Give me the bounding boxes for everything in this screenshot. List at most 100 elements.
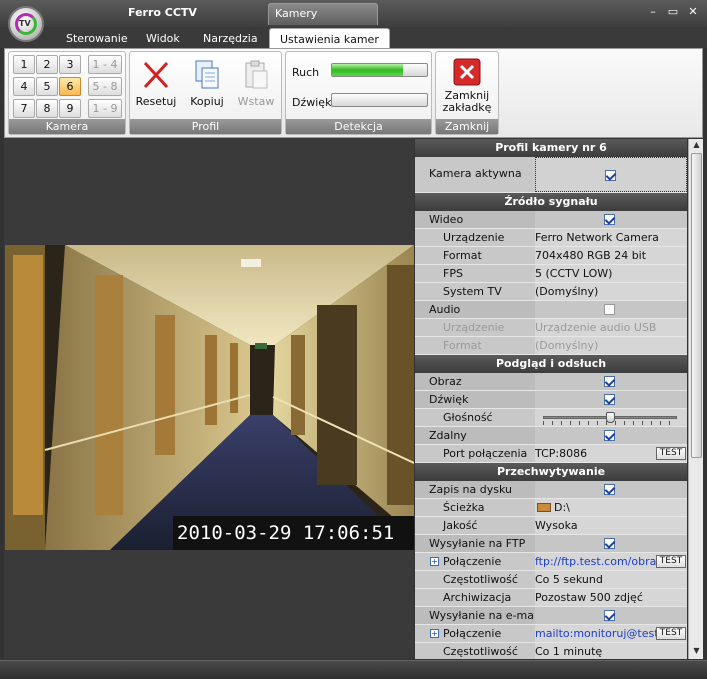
prop-row-tv-system[interactable]: System TV (Domyślny): [415, 283, 687, 301]
prop-row-path[interactable]: Ścieżka D:\: [415, 499, 687, 517]
title-bar: Ferro CCTV Kamery – ▭ ✕: [0, 0, 707, 27]
prop-row-quality[interactable]: Jakość Wysoka: [415, 517, 687, 535]
reset-button[interactable]: Resetuj: [134, 56, 178, 116]
prop-value-tv-system: (Domyślny): [535, 283, 687, 300]
scroll-up-icon[interactable]: ▲: [691, 140, 702, 152]
app-logo[interactable]: TV: [8, 6, 44, 42]
copy-button[interactable]: Kopiuj: [185, 56, 229, 116]
camera-8-button[interactable]: 8: [36, 99, 58, 118]
prop-value-email: [535, 607, 687, 624]
paste-button[interactable]: Wstaw: [234, 56, 278, 116]
camera-video-feed[interactable]: 2010-03-29 17:06:51: [5, 245, 414, 550]
prop-value-ftp-connection: ftp://ftp.test.com/obra... TEST: [535, 553, 687, 570]
status-bar: [0, 660, 707, 679]
ftp-checkbox[interactable]: [604, 538, 615, 549]
camera-3-button[interactable]: 3: [59, 55, 81, 74]
prop-row-audio-device: Urządzenie Urządzenie audio USB: [415, 319, 687, 337]
tab-sterowanie[interactable]: Sterowanie: [66, 30, 128, 48]
camera-9-button[interactable]: 9: [59, 99, 81, 118]
prop-row-ftp-archive[interactable]: Archiwizacja Pozostaw 500 zdjęć: [415, 589, 687, 607]
tab-widok[interactable]: Widok: [146, 30, 180, 48]
prop-row-mail-connection[interactable]: + Połączenie mailto:monitoruj@test.... T…: [415, 625, 687, 643]
mail-test-button[interactable]: TEST: [656, 627, 686, 640]
prop-row-ftp-frequency[interactable]: Częstotliwość Co 5 sekund: [415, 571, 687, 589]
prop-row-port[interactable]: Port połączenia TCP:8086 TEST: [415, 445, 687, 463]
close-tab-button[interactable]: Zamknij zakładkę: [438, 56, 496, 118]
minimize-icon[interactable]: –: [647, 5, 659, 18]
audio-checkbox[interactable]: [604, 304, 615, 315]
prop-value-audio: [535, 301, 687, 318]
sound-level-bar: [331, 93, 428, 107]
prop-row-email: Wysyłanie na e-mail: [415, 607, 687, 625]
prop-row-ftp: Wysyłanie na FTP: [415, 535, 687, 553]
expand-mail-connection-icon[interactable]: +: [430, 629, 439, 638]
prop-row-remote: Zdalny: [415, 427, 687, 445]
prop-value-remote: [535, 427, 687, 444]
range-5-8-button[interactable]: 5 - 8: [88, 77, 122, 96]
motion-level-bar: [331, 63, 428, 77]
group-label-zamknij: Zamknij: [436, 119, 498, 134]
section-preview: Podgląd i odsłuch: [415, 355, 687, 373]
remote-checkbox[interactable]: [604, 430, 615, 441]
prop-value-disk: [535, 481, 687, 498]
ribbon-group-kamera: 1 2 3 4 5 6 7 8 9 1 - 4 5 - 8 1 - 9 Kame…: [8, 51, 126, 135]
expand-ftp-connection-icon[interactable]: +: [430, 557, 439, 566]
motion-level-fill: [332, 64, 404, 76]
tab-narzedzia[interactable]: Narzędzia: [203, 30, 258, 48]
logo-text: TV: [19, 19, 31, 28]
disk-checkbox[interactable]: [604, 484, 615, 495]
prop-label-email: Wysyłanie na e-mail: [415, 607, 535, 624]
camera-4-button[interactable]: 4: [13, 77, 35, 96]
paste-label: Wstaw: [237, 95, 275, 108]
tab-bar: Sterowanie Widok Narzędzia Ustawienia ka…: [0, 27, 707, 48]
ribbon-group-profil: Resetuj Kopiuj Wstaw Profil: [129, 51, 282, 135]
prop-value-port: TCP:8086 TEST: [535, 445, 687, 462]
prop-row-mail-frequency[interactable]: Częstotliwość Co 1 minutę: [415, 643, 687, 659]
mail-connection-link[interactable]: mailto:monitoruj@test....: [535, 627, 673, 640]
range-1-4-button[interactable]: 1 - 4: [88, 55, 122, 74]
ftp-test-button[interactable]: TEST: [656, 555, 686, 568]
prop-value-quality: Wysoka: [535, 517, 687, 534]
prop-row-device[interactable]: Urządzenie Ferro Network Camera: [415, 229, 687, 247]
camera-6-button[interactable]: 6: [59, 77, 81, 96]
camera-5-button[interactable]: 5: [36, 77, 58, 96]
video-checkbox[interactable]: [604, 214, 615, 225]
email-checkbox[interactable]: [604, 610, 615, 621]
prop-label-path: Ścieżka: [415, 499, 535, 516]
camera-properties-panel: Profil kamery nr 6 Kamera aktywna Źródło…: [415, 139, 687, 659]
prop-row-ftp-connection[interactable]: + Połączenie ftp://ftp.test.com/obra... …: [415, 553, 687, 571]
prop-value-format: 704x480 RGB 24 bit: [535, 247, 687, 264]
prop-label-camera-active: Kamera aktywna: [415, 157, 535, 192]
ribbon-group-detekcja: Ruch Dźwięk Detekcja: [285, 51, 432, 135]
camera-7-button[interactable]: 7: [13, 99, 35, 118]
port-test-button[interactable]: TEST: [656, 447, 686, 460]
image-checkbox[interactable]: [604, 376, 615, 387]
close-tab-icon: [453, 58, 481, 86]
prop-label-ftp-archive: Archiwizacja: [415, 589, 535, 606]
prop-row-volume: Głośność: [415, 409, 687, 427]
window-controls: – ▭ ✕: [647, 5, 699, 18]
ftp-connection-link[interactable]: ftp://ftp.test.com/obra...: [535, 555, 667, 568]
scrollbar-thumb[interactable]: [691, 153, 702, 458]
properties-scrollbar[interactable]: ▲ ▼: [688, 139, 703, 659]
tab-ustawienia-kamer[interactable]: Ustawienia kamer: [269, 28, 390, 48]
scroll-down-icon[interactable]: ▼: [691, 646, 702, 658]
camera-active-checkbox[interactable]: [605, 170, 616, 181]
prop-label-format: Format: [415, 247, 535, 264]
maximize-icon[interactable]: ▭: [667, 5, 679, 18]
camera-1-button[interactable]: 1: [13, 55, 35, 74]
prop-label-sound: Dźwięk: [415, 391, 535, 408]
prop-row-format[interactable]: Format 704x480 RGB 24 bit: [415, 247, 687, 265]
section-profile-header: Profil kamery nr 6: [415, 139, 687, 157]
volume-slider-thumb[interactable]: [605, 412, 615, 423]
range-1-9-button[interactable]: 1 - 9: [88, 99, 122, 118]
camera-2-button[interactable]: 2: [36, 55, 58, 74]
prop-value-camera-active: [535, 157, 687, 192]
close-window-icon[interactable]: ✕: [687, 5, 699, 18]
prop-value-audio-format: (Domyślny): [535, 337, 687, 354]
sound-checkbox[interactable]: [604, 394, 615, 405]
prop-value-volume: [535, 409, 687, 426]
prop-row-fps[interactable]: FPS 5 (CCTV LOW): [415, 265, 687, 283]
camera-viewport: 2010-03-29 17:06:51: [4, 138, 414, 659]
prop-label-audio-format: Format: [415, 337, 535, 354]
